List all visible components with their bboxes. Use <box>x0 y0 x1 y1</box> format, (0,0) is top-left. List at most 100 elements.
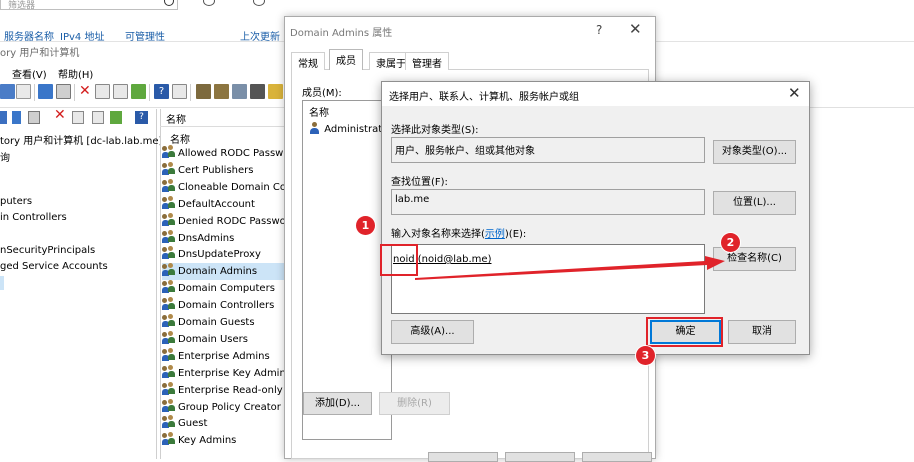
group-row[interactable]: Enterprise Read-only D <box>162 381 287 399</box>
toolbar-filter-icon[interactable] <box>250 84 265 99</box>
menu-view[interactable]: 查看(V) <box>12 66 47 81</box>
group-icon <box>162 330 176 344</box>
group-icon <box>162 314 176 327</box>
toolbar-new-user-icon[interactable] <box>196 84 211 99</box>
location-label: 查找位置(F): <box>391 177 448 188</box>
group-icon <box>162 161 176 175</box>
group-row[interactable]: Domain Admins <box>162 263 287 281</box>
tab-members[interactable]: 成员 <box>329 49 363 70</box>
toolbar-page-icon[interactable] <box>16 84 31 99</box>
group-row[interactable]: Domain Users <box>162 330 287 348</box>
tree-toolbar-icon <box>0 111 7 124</box>
group-name: DnsUpdateProxy <box>178 249 261 261</box>
group-icon <box>162 195 176 209</box>
object-types-button[interactable]: 对象类型(O)... <box>713 140 796 164</box>
member-row[interactable]: Administrat... <box>309 122 392 135</box>
group-row[interactable]: Domain Controllers <box>162 297 287 314</box>
group-name: Group Policy Creator O <box>178 401 287 413</box>
toolbar-properties-page-icon[interactable] <box>95 84 110 99</box>
toolbar-help-icon[interactable]: ? <box>154 84 169 99</box>
group-row[interactable]: Denied RODC Password <box>162 212 287 230</box>
toolbar-properties-icon[interactable] <box>0 84 15 99</box>
toolbar-separator <box>149 84 150 101</box>
group-row[interactable]: Group Policy Creator O <box>162 398 287 416</box>
advanced-button[interactable]: 高级(A)... <box>391 320 474 344</box>
group-row[interactable]: DnsUpdateProxy <box>162 246 287 263</box>
group-name: Domain Guests <box>178 317 255 328</box>
group-row[interactable]: Allowed RODC Password <box>162 145 287 162</box>
remove-member-button[interactable]: 删除(R) <box>379 392 450 415</box>
group-icon <box>162 246 176 260</box>
group-name: Allowed RODC Password <box>178 148 287 159</box>
group-row[interactable]: DnsAdmins <box>162 229 287 247</box>
tree-computers[interactable]: puters <box>0 196 32 207</box>
annotation-highlight-ok <box>646 317 723 347</box>
user-icon <box>309 122 321 134</box>
tab-general[interactable]: 常规 <box>291 52 325 70</box>
location-button[interactable]: 位置(L)... <box>713 191 796 215</box>
group-icon <box>162 398 176 412</box>
group-name: Guest <box>178 418 208 430</box>
close-icon[interactable]: ✕ <box>788 84 801 102</box>
tree-domain-controllers[interactable]: in Controllers <box>0 212 67 223</box>
group-row[interactable]: Enterprise Key Admins <box>162 364 287 382</box>
list-column-name[interactable]: 名称 <box>166 111 186 126</box>
tree-foreign-security-principals[interactable]: nSecurityPrincipals <box>0 245 95 256</box>
tree-selection <box>0 276 4 290</box>
annotation-step-3: 3 <box>636 346 655 365</box>
tree-domain-root[interactable]: tory 用户和计算机 [dc-lab.lab.me] <box>0 132 162 147</box>
toolbar-find-icon[interactable] <box>268 84 283 99</box>
toolbar-delete-icon[interactable]: ✕ <box>79 83 91 99</box>
toolbar-refresh-icon[interactable] <box>113 84 128 99</box>
members-listview[interactable] <box>302 100 392 440</box>
aduc-window-title: ory 用户和计算机 <box>0 48 80 59</box>
group-row[interactable]: Domain Computers <box>162 280 287 297</box>
tree-managed-service-accounts[interactable]: ged Service Accounts <box>0 261 108 272</box>
select-dialog-title: 选择用户、联系人、计算机、服务帐户或组 <box>389 92 579 103</box>
menu-help[interactable]: 帮助(H) <box>58 66 93 81</box>
examples-link[interactable]: 示例 <box>485 229 505 240</box>
group-row[interactable]: Key Admins <box>162 432 287 449</box>
tree-saved-queries[interactable]: 询 <box>0 149 10 164</box>
toolbar-new-ou-icon[interactable] <box>232 84 247 99</box>
group-icon <box>162 229 176 243</box>
members-column-name[interactable]: 名称 <box>309 104 329 119</box>
properties-dialog-title: Domain Admins 属性 <box>290 28 393 39</box>
group-row[interactable]: Cert Publishers <box>162 161 287 179</box>
group-name: Domain Users <box>178 333 248 345</box>
group-icon <box>162 280 176 294</box>
group-icon <box>162 145 176 158</box>
properties-cancel-button[interactable] <box>505 452 575 462</box>
group-name: Cert Publishers <box>178 164 254 176</box>
group-icon <box>162 297 176 311</box>
toolbar-copy-icon[interactable] <box>56 84 71 99</box>
add-member-button[interactable]: 添加(D)... <box>303 392 372 415</box>
group-icon <box>162 347 176 361</box>
properties-ok-button[interactable] <box>428 452 498 462</box>
help-icon[interactable]: ? <box>596 23 602 37</box>
toolbar-console-icon[interactable] <box>172 84 187 99</box>
toolbar-separator <box>74 84 75 101</box>
group-row[interactable]: DefaultAccount <box>162 195 287 213</box>
toolbar-cut-icon[interactable] <box>38 84 53 99</box>
group-icon <box>162 432 176 446</box>
group-row[interactable]: Domain Guests <box>162 314 287 331</box>
group-icon <box>162 178 176 192</box>
tab-managed-by[interactable]: 管理者 <box>405 52 449 70</box>
annotation-highlight-name <box>380 244 418 276</box>
tree-copy-icon <box>28 111 40 124</box>
annotation-step-1: 1 <box>356 216 375 235</box>
toolbar-new-group-icon[interactable] <box>214 84 229 99</box>
cancel-button[interactable]: 取消 <box>728 320 796 344</box>
aduc-tree-pane <box>0 109 157 459</box>
group-icon <box>162 415 176 429</box>
close-icon[interactable]: ✕ <box>629 20 642 38</box>
properties-apply-button[interactable] <box>582 452 652 462</box>
group-row[interactable]: Enterprise Admins <box>162 347 287 365</box>
group-name: Enterprise Key Admins <box>178 367 287 379</box>
group-row[interactable]: Cloneable Domain Con <box>162 178 287 196</box>
tree-cut-icon <box>12 111 21 124</box>
group-row[interactable]: Guest <box>162 415 287 432</box>
toolbar-export-icon[interactable] <box>131 84 146 99</box>
list-column-name-2[interactable]: 名称 <box>170 131 190 146</box>
